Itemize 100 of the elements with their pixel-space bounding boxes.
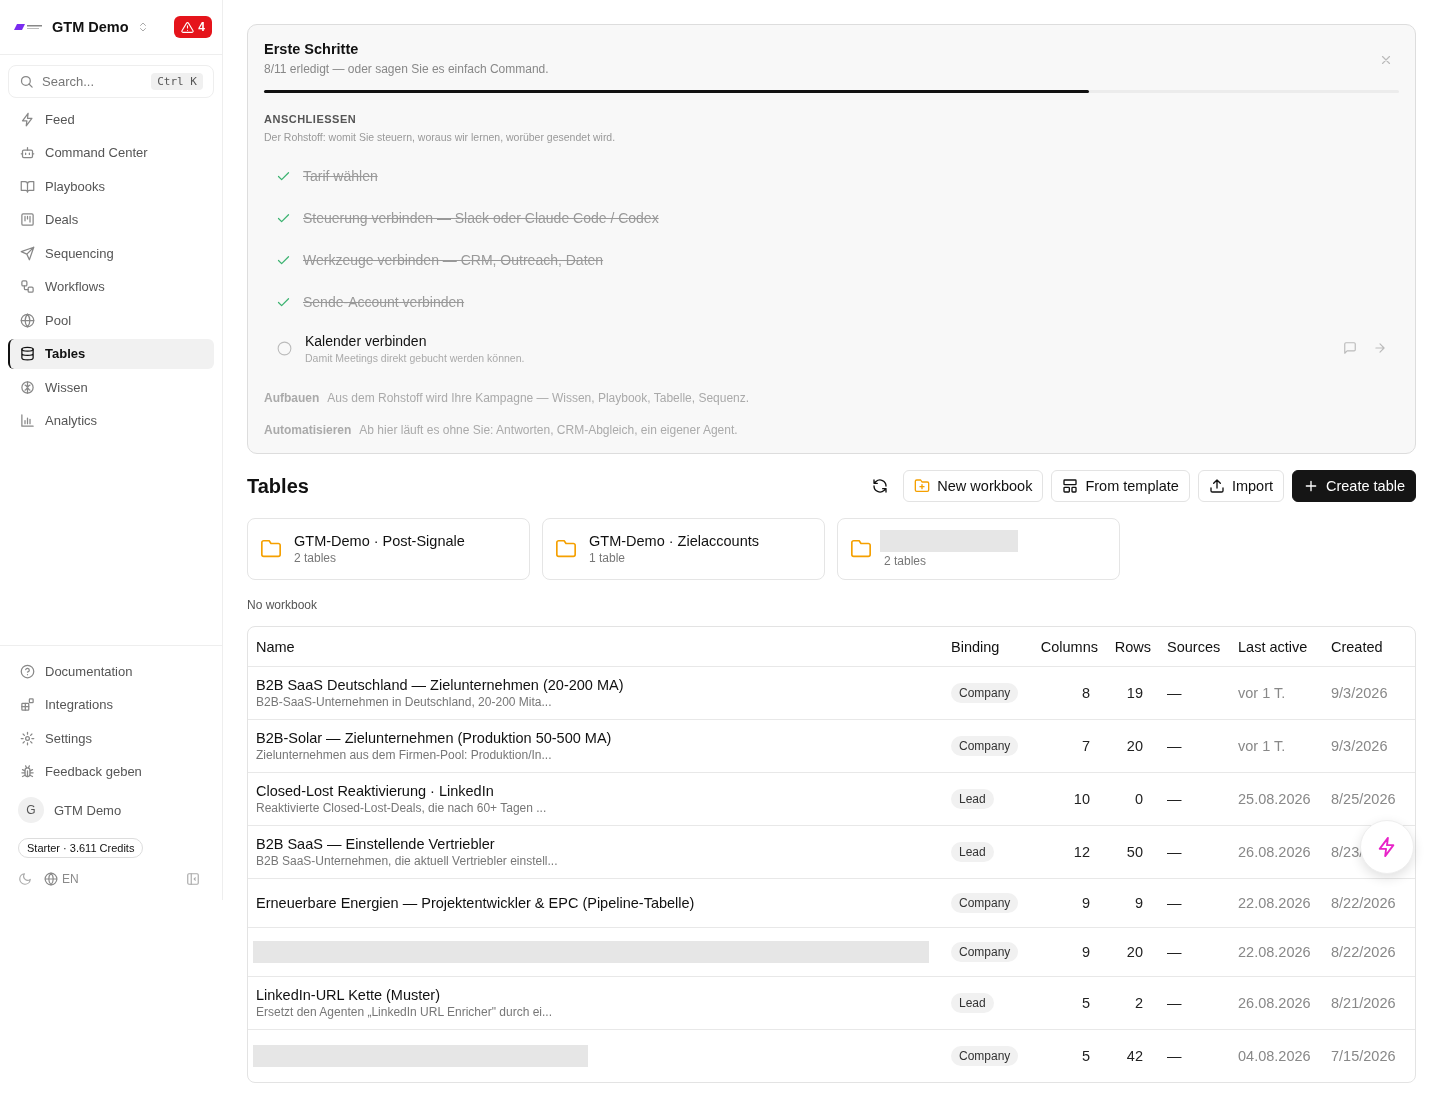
table-description: Ersetzt den Agenten „LinkedIn URL Enricher" durch ei... [256,1005,553,1019]
action-button[interactable]: New workbook [903,470,1044,502]
table-name[interactable]: B2B SaaS Deutschland — Zielunternehmen (20-200 MA) [256,677,943,693]
search-field[interactable]: Search... Ctrl K [8,65,214,98]
table-cell-text: 9 [1133,895,1144,911]
column-header[interactable]: Sources [1159,638,1230,655]
folder-icon [555,538,577,560]
table-description: Zielunternehmen aus dem Firmen-Pool: Produktion/In... [256,748,553,762]
table-description: B2B-SaaS-Unternehmen in Deutschland, 20-200 Mita... [256,695,553,709]
robot-icon [20,145,35,160]
column-header[interactable]: Columns [1031,638,1106,655]
table-name[interactable]: B2B SaaS — Einstellende Vertriebler [256,836,943,852]
lightning-icon [20,111,35,127]
table-cell-text: — [1166,1048,1183,1064]
group-label: No workbook [247,598,319,612]
table-cell-text: 20 [1125,944,1144,960]
table-name[interactable]: Closed-Lost Reaktivierung · LinkedIn [256,783,943,799]
table-cell-text: 5 [1080,1048,1091,1064]
step-description: Damit Meetings direkt gebucht werden können. [305,351,525,364]
table-cell-text: — [1166,844,1183,860]
table-cell-text: — [1166,895,1183,911]
table-name[interactable]: B2B-Solar — Zielunternehmen (Produktion 50-500 MA) [256,730,943,746]
column-header[interactable]: Binding [943,638,1031,655]
table-cell: 9/3/2026 [1331,685,1388,701]
table-cell-text: 9 [1080,944,1091,960]
sidebar-link[interactable]: Integrations [8,689,214,720]
table-cell-text: 7 [1080,738,1091,754]
binding-tag: Lead [951,789,994,809]
table-cell: 7/15/2026 [1331,1048,1396,1064]
table-cell-text: — [1166,995,1183,1011]
alert-badge[interactable]: 4 [174,16,212,38]
sidebar-item[interactable]: Workflows [8,271,214,302]
sidebar-item[interactable]: Sequencing [8,238,214,268]
table-name[interactable]: LinkedIn-URL Kette (Muster) [256,987,943,1003]
database-icon [20,346,35,361]
table-cell-text: 22.08.2026 [1237,895,1312,911]
sidebar-link[interactable]: Feedback geben [8,756,214,787]
column-header[interactable]: Created [1323,638,1415,655]
workbook-name: GTM-Demo · Post-Signale [294,533,465,549]
card-title: Erste Schritte [264,41,360,57]
board-icon [20,212,35,227]
column-header[interactable]: Rows [1106,638,1159,655]
action-button[interactable]: Import [1197,470,1284,502]
assistant-button[interactable] [1360,820,1414,874]
sidebar-item[interactable]: Analytics [8,405,214,436]
plus-icon [1303,478,1319,494]
table-cell: 8/21/2026 [1331,995,1396,1011]
sidebar-item[interactable]: Tables [8,338,214,369]
table-cell-text: vor 1 T. [1237,738,1287,754]
phase-description: Aus dem Rohstoff wird Ihre Kampagne — Wissen, Playbook, Tabelle, Sequenz. [327,391,750,405]
workbook-card[interactable]: 2 tables [837,518,1120,580]
table-cell-text: 20 [1125,738,1144,754]
section-heading: ANSCHLIESSEN [264,113,358,125]
table-cell-text: 26.08.2026 [1237,995,1312,1011]
sidebar-link[interactable]: Documentation [8,656,214,686]
table-cell-text: 5 [1080,995,1091,1011]
chat-icon [1343,341,1357,355]
sidebar-item[interactable]: Playbooks [8,171,214,201]
column-header[interactable]: Last active [1230,638,1323,655]
table-cell: 8/22/2026 [1331,895,1396,911]
column-header[interactable]: Name [248,638,943,655]
action-button[interactable]: From template [1051,470,1190,502]
sidebar-item[interactable]: Pool [8,305,214,335]
progress-text: 8/11 erledigt — oder sagen Sie es einfach Command. [264,62,550,76]
table-cell-text: — [1166,738,1183,754]
sidebar-item[interactable]: Command Center [8,137,214,168]
logo-icon [14,23,44,31]
table-cell: 9/3/2026 [1331,738,1388,754]
step-label[interactable]: Kalender verbinden [305,332,525,349]
binding-tag: Lead [951,842,994,862]
sidebar-item[interactable]: Wissen [8,372,214,402]
action-button[interactable]: Create table [1292,470,1416,502]
sidebar-item[interactable]: Deals [8,204,214,235]
table-count: 2 tables [884,554,928,568]
sidebar-item[interactable]: Feed [8,104,214,134]
table-cell-text: 26.08.2026 [1237,844,1312,860]
globe-icon [44,872,58,886]
globe-icon [20,312,35,328]
paper-plane-icon [20,245,35,261]
binding-tag: Lead [951,993,994,1013]
workbook-card[interactable]: GTM-Demo · Zielaccounts 1 table [542,518,825,580]
folder-icon [850,538,872,560]
binding-tag: Company [951,942,1019,962]
user-name[interactable]: GTM Demo [54,802,122,818]
table-cell-text: 10 [1072,791,1091,807]
phase-name: Aufbauen [264,391,320,405]
bar-chart-icon [20,413,35,428]
shortcut-key: Ctrl K [151,73,203,90]
search-icon [19,74,34,89]
binding-tag: Company [951,1046,1019,1066]
workspace-name[interactable]: GTM Demo [52,19,129,35]
folder-plus-icon [914,478,931,494]
page-title: Tables [247,474,310,498]
table-cell-text: 04.08.2026 [1237,1048,1312,1064]
help-icon [20,663,35,679]
sidebar-link[interactable]: Settings [8,723,214,753]
table-cell-text: 25.08.2026 [1237,791,1312,807]
table-name[interactable]: Erneuerbare Energien — Projektentwickler & EPC (Pipeline-Tabelle) [256,895,943,911]
workbook-card[interactable]: GTM-Demo · Post-Signale 2 tables [247,518,530,580]
theme-toggle-icon [18,872,32,886]
